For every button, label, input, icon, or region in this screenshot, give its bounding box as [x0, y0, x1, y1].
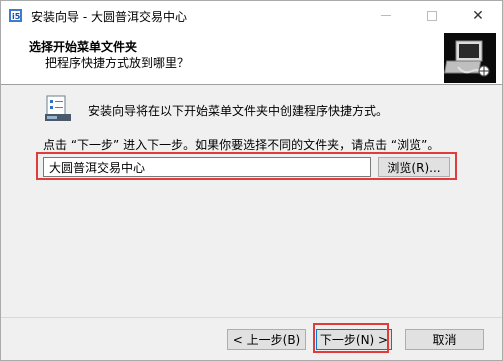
title-bar: i5 安装向导 - 大圆普洱交易中心 ✕ — [1, 1, 502, 31]
maximize-button[interactable] — [409, 1, 455, 30]
instruction-text: 点击 “下一步” 进入下一步。如果你要选择不同的文件夹，请点击 “浏览”。 — [43, 138, 440, 152]
cancel-button[interactable]: 取消 — [405, 329, 484, 350]
installer-app-icon: i5 — [9, 9, 22, 22]
wizard-header: 选择开始菜单文件夹 把程序快捷方式放到哪里？ — [1, 31, 502, 85]
start-menu-folder-icon — [45, 95, 71, 121]
maximize-icon — [427, 10, 437, 21]
installer-computer-icon — [444, 33, 496, 83]
footer-divider — [1, 317, 502, 318]
close-icon: ✕ — [472, 7, 484, 24]
close-button[interactable]: ✕ — [455, 1, 501, 30]
setup-wizard-window: i5 安装向导 - 大圆普洱交易中心 ✕ 选择开始菜单文件夹 把程序快捷方式放到… — [0, 0, 503, 361]
page-subtitle: 把程序快捷方式放到哪里？ — [45, 56, 190, 70]
minimize-button[interactable] — [363, 1, 409, 30]
description-text: 安装向导将在以下开始菜单文件夹中创建程序快捷方式。 — [88, 104, 389, 118]
svg-text:i5: i5 — [12, 12, 21, 21]
window-title: 安装向导 - 大圆普洱交易中心 — [31, 10, 187, 24]
next-highlight-box — [313, 323, 389, 353]
folder-highlight-box — [36, 152, 457, 180]
back-button[interactable]: < 上一步(B) — [227, 329, 306, 350]
minimize-icon — [381, 15, 391, 16]
page-title: 选择开始菜单文件夹 — [29, 40, 138, 54]
